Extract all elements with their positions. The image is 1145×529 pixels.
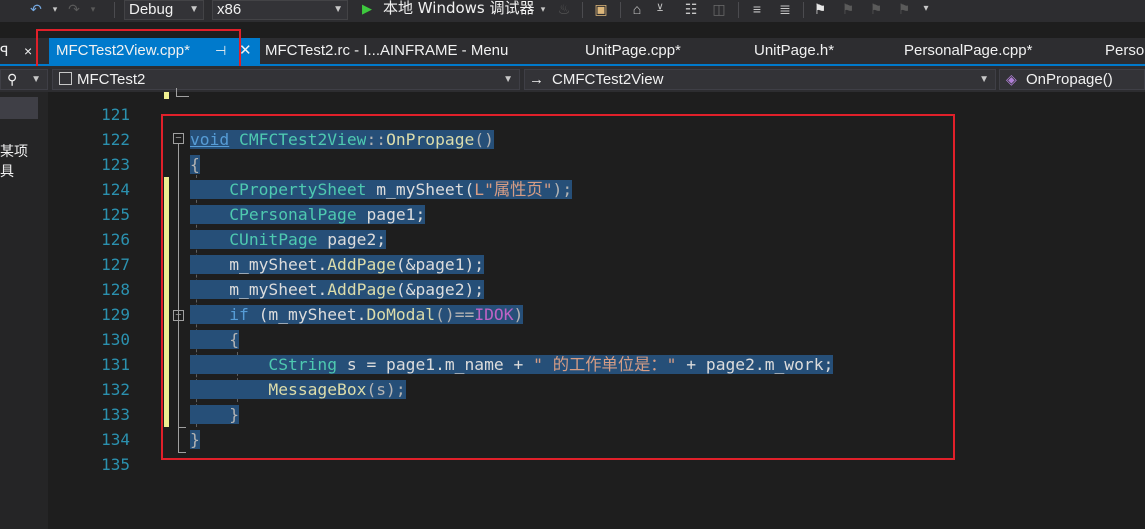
folder-search-icon[interactable]: ▣ [592, 0, 610, 20]
toolbar-separator [582, 2, 583, 18]
toolbar-separator [803, 2, 804, 18]
member-dropdown[interactable]: ◈ OnPropage() [999, 69, 1145, 90]
code-highlight-box [161, 114, 955, 460]
chevron-down-icon: ▼ [189, 4, 199, 15]
project-name: MFCTest2 [77, 71, 146, 88]
tab-unitpage-h[interactable]: UnitPage.h* [754, 38, 834, 64]
chevron-down-icon: ▼ [333, 4, 343, 15]
line-number: 126 [101, 230, 130, 249]
run-dropdown-icon[interactable]: ▾ [538, 0, 548, 20]
side-panel-item[interactable]: 某项 [0, 141, 28, 161]
chevron-down-icon: ▼ [979, 74, 989, 85]
comment-icon[interactable]: ≡ [748, 0, 766, 20]
bookmark-prev-icon[interactable]: ⚑ [840, 0, 856, 20]
toolbar-separator [114, 2, 115, 18]
search-icon: ⚲ [7, 71, 18, 87]
platform-value: x86 [217, 1, 242, 18]
chevron-down-icon: ▼ [503, 74, 513, 85]
toolbar-separator [738, 2, 739, 18]
line-number: 130 [101, 330, 130, 349]
project-dropdown[interactable]: MFCTest2 ▼ [52, 69, 520, 90]
line-number: 132 [101, 380, 130, 399]
member-name: OnPropage() [1026, 71, 1113, 88]
pin-panel-icon[interactable]: ꟼ [0, 38, 22, 64]
run-debugger-button[interactable]: 本地 Windows 调试器 [383, 0, 535, 20]
tab-mfctest2-rc[interactable]: MFCTest2.rc - I...AINFRAME - Menu [265, 38, 508, 64]
tab-unitpage-cpp[interactable]: UnitPage.cpp* [585, 38, 681, 64]
line-number: 129 [101, 305, 130, 324]
line-number: 124 [101, 180, 130, 199]
toolbar-overflow-icon[interactable]: ▾ [920, 0, 932, 20]
tab-perso-truncated[interactable]: Perso [1105, 38, 1145, 64]
configuration-combo[interactable]: Debug ▼ [124, 0, 204, 20]
line-number: 131 [101, 355, 130, 374]
line-number: 135 [101, 455, 130, 474]
method-icon: ◈ [1006, 71, 1017, 87]
undo-icon[interactable]: ↶ [28, 0, 44, 20]
uncomment-icon[interactable]: ≣ [776, 0, 794, 20]
redo-icon[interactable]: ↷ [66, 0, 82, 20]
class-name: CMFCTest2View [552, 71, 664, 88]
bookmark-next-icon[interactable]: ⚑ [868, 0, 884, 20]
line-number: 122 [101, 130, 130, 149]
class-arrow-icon: → [529, 71, 544, 88]
tab-label: UnitPage.h* [754, 42, 835, 59]
change-marker [164, 92, 169, 99]
line-number: 121 [101, 105, 130, 124]
toolbar-separator [620, 2, 621, 18]
line-number: 134 [101, 430, 130, 449]
line-number: 123 [101, 155, 130, 174]
platform-combo[interactable]: x86 ▼ [212, 0, 348, 20]
home-icon[interactable]: ⌂ [628, 0, 646, 20]
undo-dropdown-icon[interactable]: ▾ [50, 0, 60, 20]
play-icon[interactable]: ▶ [360, 0, 374, 20]
tab-label: MFCTest2.rc - I...AINFRAME - Menu [265, 42, 509, 59]
class-dropdown[interactable]: → CMFCTest2View ▼ [524, 69, 996, 90]
line-number: 127 [101, 255, 130, 274]
search-box[interactable]: ⚲ ▼ [0, 69, 48, 90]
line-number: 125 [101, 205, 130, 224]
filter-icon[interactable]: ⊻ [654, 0, 666, 20]
redo-dropdown-icon[interactable]: ▾ [88, 0, 98, 20]
tab-label: PersonalPage.cpp* [904, 42, 1033, 59]
flame-icon: ♨ [557, 1, 571, 17]
chevron-down-icon: ▼ [31, 74, 41, 85]
properties-icon[interactable]: ☷ [682, 0, 700, 20]
tab-label: Perso [1105, 42, 1145, 59]
window-icon[interactable]: ◫ [710, 0, 728, 20]
line-number: 128 [101, 280, 130, 299]
toolbar: ↶ ▾ ↷ ▾ Debug ▼ x86 ▼ ▶ 本地 Windows 调试器 ▾… [0, 0, 1145, 22]
side-panel-item[interactable]: 具 [0, 161, 14, 181]
project-icon [59, 72, 72, 85]
tab-personalpage-cpp[interactable]: PersonalPage.cpp* [904, 38, 1032, 64]
bookmark-clear-icon[interactable]: ⚑ [896, 0, 912, 20]
line-number: 133 [101, 405, 130, 424]
configuration-value: Debug [129, 1, 174, 18]
selected-tree-row[interactable] [0, 97, 38, 119]
tab-label: UnitPage.cpp* [585, 42, 681, 59]
fold-guide-end [176, 88, 189, 97]
bookmark-icon[interactable]: ⚑ [812, 0, 828, 20]
